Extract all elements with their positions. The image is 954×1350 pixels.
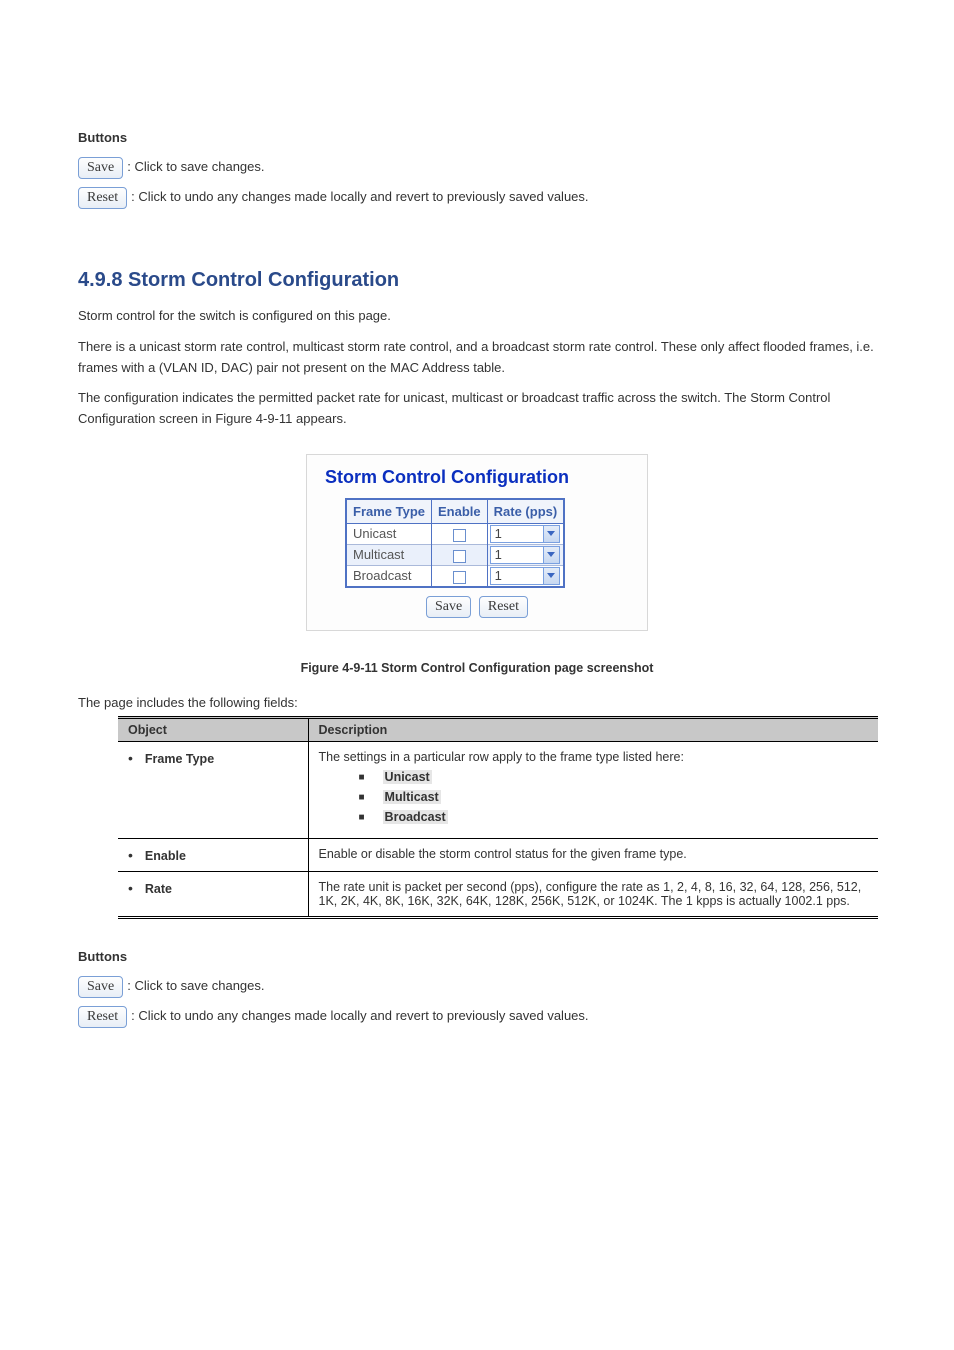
storm-control-table: Frame Type Enable Rate (pps) Unicast 1	[345, 498, 565, 588]
desc-head-desc: Description	[308, 717, 878, 741]
chevron-down-icon	[543, 526, 559, 542]
table-row: Unicast 1	[346, 523, 564, 544]
desc-text: Enable or disable the storm control stat…	[319, 847, 687, 861]
section-buttons-label: Buttons	[78, 130, 876, 145]
frame-type-label: Broadcast	[346, 565, 432, 587]
chevron-down-icon	[543, 568, 559, 584]
desc-text: The rate unit is packet per second (pps)…	[319, 880, 862, 908]
desc-row: Rate The rate unit is packet per second …	[118, 871, 878, 917]
section-p1: There is a unicast storm rate control, m…	[78, 337, 876, 379]
desc-row: Enable Enable or disable the storm contr…	[118, 838, 878, 871]
reset-button-desc: : Click to undo any changes made locally…	[131, 189, 588, 204]
col-frame-type: Frame Type	[346, 499, 432, 524]
table-row: Broadcast 1	[346, 565, 564, 587]
desc-row: Frame Type The settings in a particular …	[118, 741, 878, 838]
panel-save-button[interactable]: Save	[426, 596, 471, 618]
enable-checkbox-broadcast[interactable]	[453, 571, 466, 584]
section-p2: The configuration indicates the permitte…	[78, 388, 876, 430]
save-button[interactable]: Save	[78, 976, 123, 998]
chevron-down-icon	[543, 547, 559, 563]
col-rate: Rate (pps)	[487, 499, 564, 524]
list-item: Broadcast	[383, 810, 448, 824]
desc-intro: The page includes the following fields:	[78, 695, 876, 710]
section-buttons-label: Buttons	[78, 949, 876, 964]
desc-obj: Enable	[145, 849, 186, 863]
col-enable: Enable	[432, 499, 488, 524]
panel-title: Storm Control Configuration	[325, 467, 629, 488]
storm-control-panel: Storm Control Configuration Frame Type E…	[306, 454, 648, 631]
frame-type-label: Unicast	[346, 523, 432, 544]
reset-button[interactable]: Reset	[78, 1006, 127, 1028]
buttons-section-bottom: Buttons Save : Click to save changes. Re…	[78, 949, 876, 1028]
save-button-desc: : Click to save changes.	[127, 978, 264, 993]
description-table: Object Description Frame Type The settin…	[118, 716, 878, 919]
table-row: Multicast 1	[346, 544, 564, 565]
reset-button-desc: : Click to undo any changes made locally…	[131, 1008, 588, 1023]
desc-head-object: Object	[118, 717, 308, 741]
reset-button[interactable]: Reset	[78, 187, 127, 209]
desc-text: The settings in a particular row apply t…	[319, 750, 684, 764]
panel-reset-button[interactable]: Reset	[479, 596, 528, 618]
buttons-section-top: Buttons Save : Click to save changes. Re…	[78, 130, 876, 209]
desc-obj: Rate	[145, 882, 172, 896]
list-item: Multicast	[383, 790, 441, 804]
rate-select-multicast[interactable]: 1	[490, 546, 560, 564]
list-item: Unicast	[383, 770, 432, 784]
section-heading: 4.9.8 Storm Control Configuration	[78, 269, 876, 292]
frame-type-label: Multicast	[346, 544, 432, 565]
section-intro: Storm control for the switch is configur…	[78, 306, 876, 327]
rate-select-broadcast[interactable]: 1	[490, 567, 560, 585]
save-button[interactable]: Save	[78, 157, 123, 179]
rate-select-unicast[interactable]: 1	[490, 525, 560, 543]
enable-checkbox-multicast[interactable]	[453, 550, 466, 563]
figure-caption: Figure 4-9-11 Storm Control Configuratio…	[78, 661, 876, 675]
enable-checkbox-unicast[interactable]	[453, 529, 466, 542]
desc-obj: Frame Type	[145, 752, 214, 766]
save-button-desc: : Click to save changes.	[127, 159, 264, 174]
